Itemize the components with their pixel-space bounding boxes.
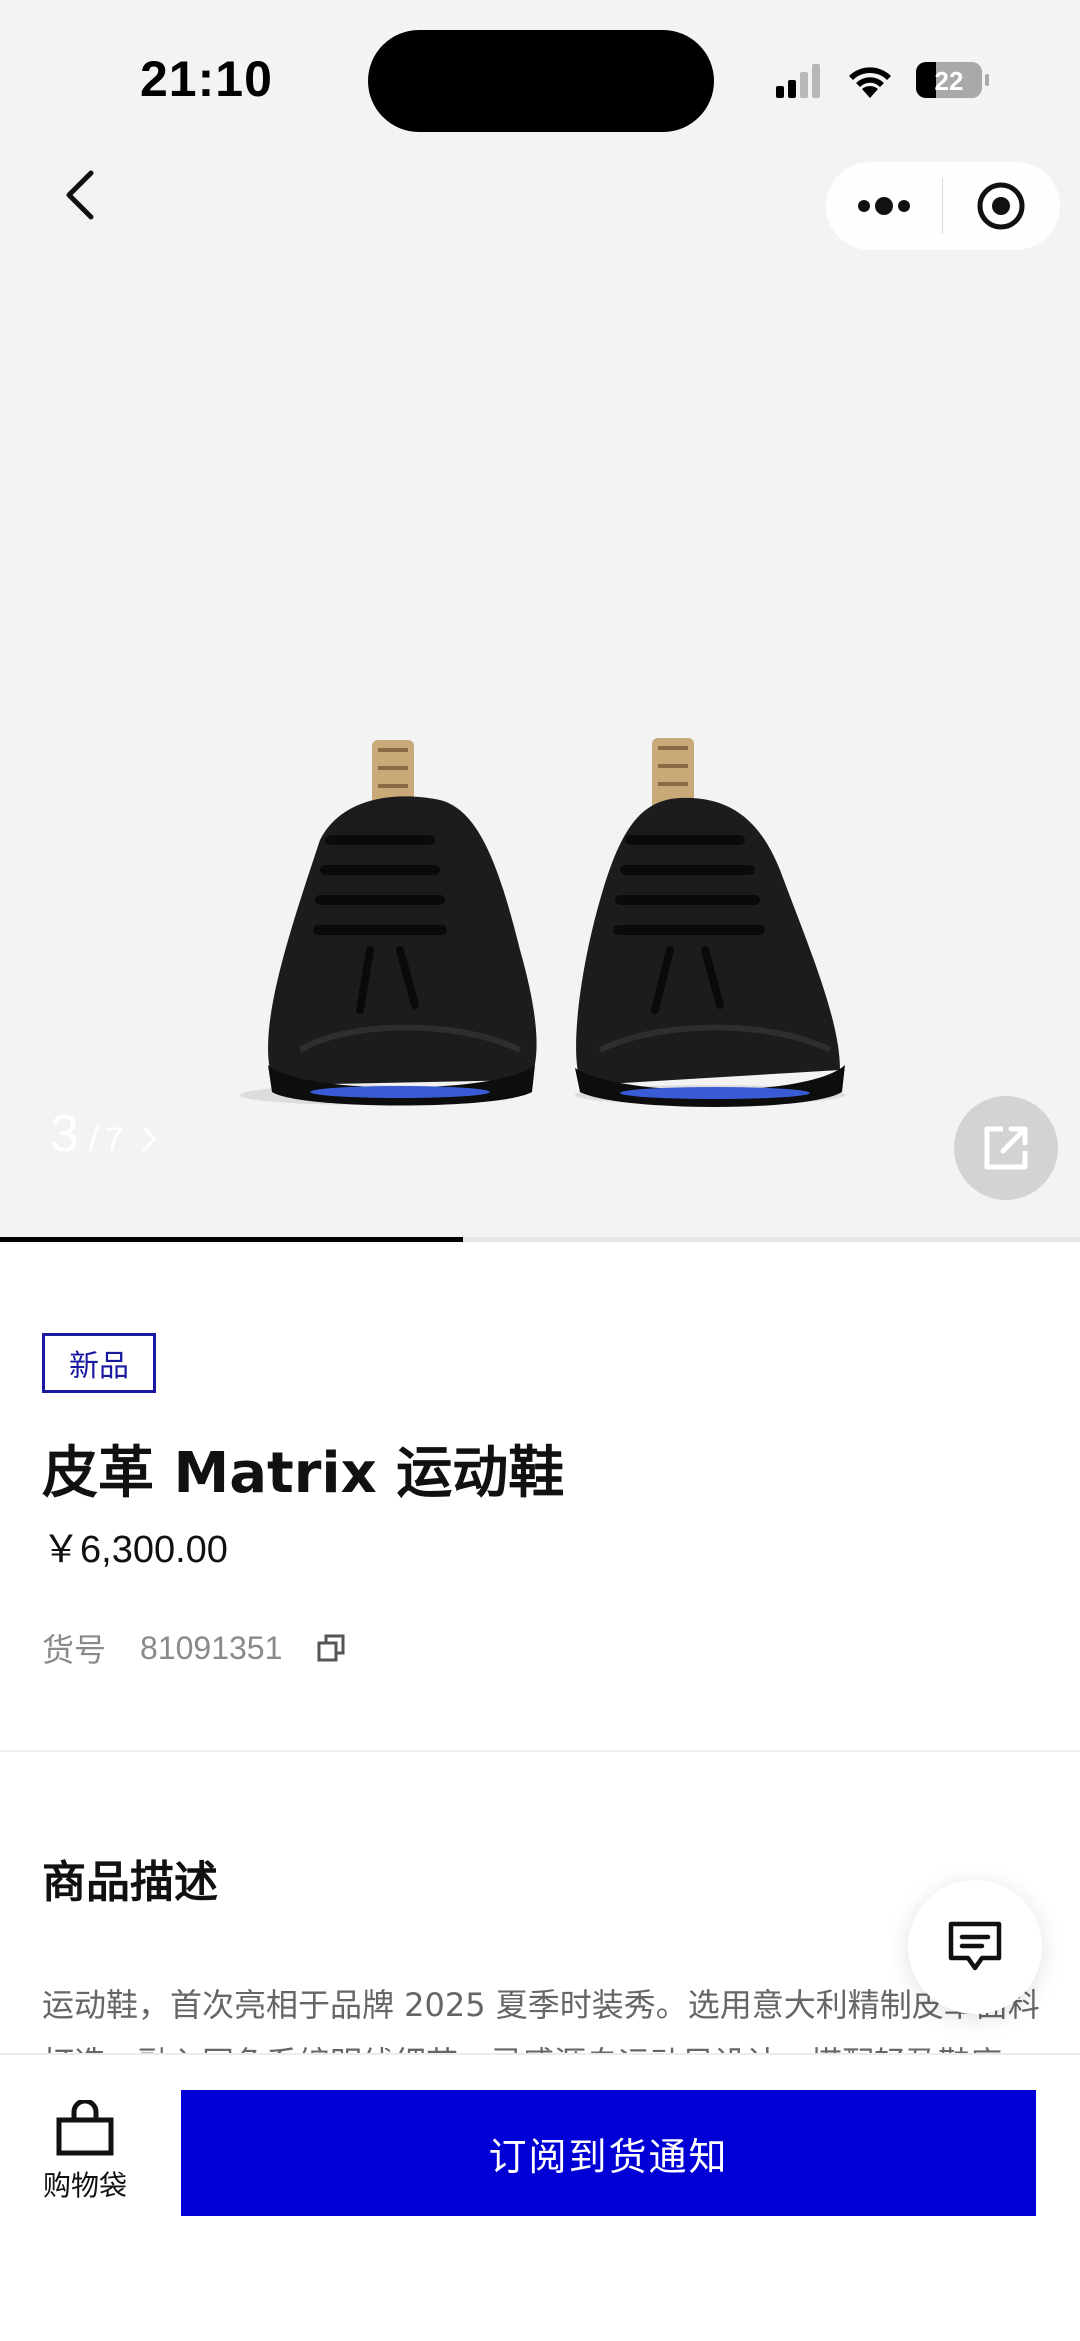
subscribe-notification-button[interactable]: 订阅到货通知 bbox=[181, 2090, 1036, 2216]
section-divider bbox=[0, 1750, 1080, 1752]
chevron-right-icon bbox=[142, 1126, 157, 1152]
sku-value: 81091351 bbox=[140, 1629, 283, 1666]
product-price: ￥6,300.00 bbox=[42, 1529, 228, 1571]
miniprogram-capsule bbox=[826, 162, 1060, 250]
close-miniprogram-button[interactable] bbox=[943, 162, 1059, 250]
battery-icon: 22 bbox=[916, 62, 989, 98]
chat-button[interactable] bbox=[908, 1880, 1042, 2014]
status-time: 21:10 bbox=[140, 51, 273, 107]
external-link-icon bbox=[984, 1126, 1028, 1170]
back-button[interactable] bbox=[50, 160, 110, 230]
signal-icon bbox=[776, 64, 820, 98]
shopping-bag-icon bbox=[56, 2100, 114, 2156]
copy-icon bbox=[317, 1634, 345, 1662]
description-heading: 商品描述 bbox=[42, 1857, 218, 1908]
chevron-left-icon bbox=[66, 170, 94, 220]
bottom-action-bar: 购物袋 订阅到货通知 bbox=[0, 2053, 1080, 2341]
shopping-bag-label: 购物袋 bbox=[42, 2169, 127, 2202]
image-counter[interactable]: 3 / 7 bbox=[50, 1104, 157, 1164]
more-button[interactable] bbox=[826, 162, 942, 250]
dynamic-island bbox=[368, 30, 714, 132]
gallery-progress-fill bbox=[0, 1237, 463, 1242]
gallery-progress-track bbox=[0, 1237, 1080, 1242]
wifi-icon bbox=[849, 67, 891, 98]
target-icon bbox=[977, 182, 1025, 230]
description-text: 运动鞋，首次亮相于品牌 2025 夏季时装秀。选用意大利精制皮革面料打造，融入同… bbox=[42, 1986, 1040, 2056]
new-badge: 新品 bbox=[42, 1333, 156, 1393]
product-image-shoes bbox=[240, 738, 845, 1107]
image-counter-separator: / bbox=[88, 1121, 99, 1159]
shopping-bag-button[interactable]: 购物袋 bbox=[40, 2100, 130, 2204]
image-counter-total: 7 bbox=[104, 1121, 124, 1159]
product-title: 皮革 Matrix 运动鞋 bbox=[42, 1441, 565, 1506]
image-counter-current: 3 bbox=[50, 1105, 79, 1163]
product-image-carousel[interactable]: 21:10 22 3 / 7 bbox=[0, 0, 1080, 1242]
copy-sku-button[interactable] bbox=[316, 1633, 346, 1663]
more-dots-icon bbox=[858, 197, 910, 215]
status-indicators: 22 bbox=[776, 62, 989, 98]
sku-row: 货号 81091351 bbox=[42, 1625, 346, 1671]
battery-level: 22 bbox=[935, 66, 964, 96]
chat-icon bbox=[948, 1921, 1002, 1971]
share-button[interactable] bbox=[954, 1096, 1058, 1200]
sku-label: 货号 bbox=[42, 1631, 107, 1669]
